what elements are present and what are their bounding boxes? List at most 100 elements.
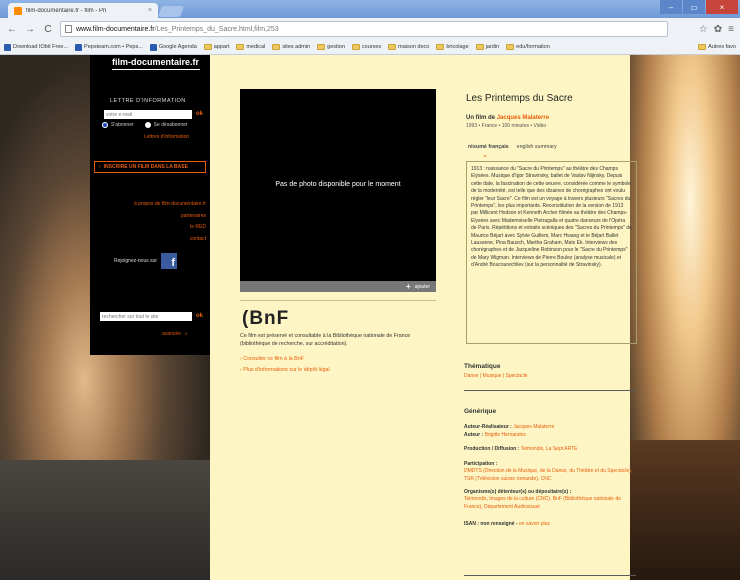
bookmark-label: Download IObit Free...: [13, 44, 69, 50]
bookmark-label: jardin: [485, 44, 500, 50]
tab-title: film-documentaire.fr - film - Pri: [26, 7, 107, 14]
address-bar[interactable]: www.film-documentaire.fr/Les_Printemps_d…: [60, 21, 668, 37]
folder-icon: [698, 44, 707, 50]
site-favicon-icon: [14, 6, 22, 15]
credit-link[interactable]: Brigitte Hernandez: [485, 432, 526, 438]
legal-deposit-link[interactable]: › Plus d'informations sur le dépôt légal: [240, 367, 330, 373]
director-prefix: Un film de: [466, 115, 496, 121]
credit-link[interactable]: DMDTS (Direction de la Musique, de la Da…: [464, 468, 632, 481]
bookmark-item[interactable]: Pepsteam.com • Peps...: [75, 43, 143, 51]
reload-icon[interactable]: C: [42, 24, 54, 35]
credit-label: Production / Diffusion :: [464, 446, 520, 452]
film-title: Les Printemps du Sacre: [466, 93, 573, 104]
bookmark-label: Pepsteam.com • Peps...: [84, 44, 143, 50]
tab-english-summary[interactable]: english summary: [517, 144, 557, 150]
credit-link[interactable]: Jacques Malaterre: [513, 424, 554, 430]
tab-close-icon[interactable]: ×: [148, 7, 152, 14]
bookmark-item[interactable]: edu/formation: [506, 44, 550, 50]
add-film-button[interactable]: › INSCRIRE UN FILM DANS LA BASE: [94, 161, 206, 173]
forward-icon[interactable]: →: [24, 24, 36, 35]
browser-toolbar: ← → C www.film-documentaire.fr/Les_Print…: [0, 18, 740, 40]
bookmark-item[interactable]: maison deco: [388, 44, 429, 50]
bookmark-item[interactable]: Autres favo: [698, 44, 736, 50]
bookmark-item[interactable]: gestion: [317, 44, 345, 50]
bookmark-icon: [75, 43, 83, 51]
add-photo-bar[interactable]: + ajouter: [240, 281, 436, 292]
url-path: /Les_Printemps_du_Sacre.html,film,253: [154, 25, 279, 33]
add-photo-label: ajouter: [414, 283, 430, 290]
maximize-icon[interactable]: ▭: [683, 0, 705, 14]
red-link[interactable]: le RED: [190, 224, 206, 230]
facebook-text: Rejoignez-nous sur: [114, 258, 158, 264]
new-tab-button[interactable]: [157, 6, 185, 17]
title-bar: film-documentaire.fr - film - Pri × – ▭ …: [0, 0, 740, 18]
credit-label: Organisme(s) détenteur(s) ou dépositaire…: [464, 489, 572, 495]
bookmark-item[interactable]: Google Agenda: [149, 43, 197, 51]
thematique-items[interactable]: Danse | Musique | Spectacle: [464, 373, 527, 379]
credit-author: Auteur : Brigitte Hernandez: [464, 432, 636, 439]
bnf-consult-link[interactable]: › Consulter ce film à la BnF: [240, 356, 304, 362]
about-link[interactable]: à propos de film-documentaire.fr: [134, 201, 206, 207]
folder-icon: [436, 44, 445, 50]
toolbar-icons: ☆ ✿ ≡: [674, 24, 734, 35]
generique-title: Générique: [464, 408, 497, 415]
credit-link[interactable]: Telmondis, Images de la culture (CNC), B…: [464, 496, 621, 509]
film-meta: 1993 • France • 100 minutes • Vidéo: [466, 123, 547, 129]
bookmark-label: maison deco: [398, 44, 430, 50]
thematique-title: Thématique: [464, 363, 501, 370]
newsletter-info-link[interactable]: Lettres d'information: [144, 134, 189, 140]
background-ground-left: [0, 460, 210, 580]
credit-link[interactable]: Telmondis, La Sept ARTE: [521, 446, 578, 452]
credit-label: Auteur :: [464, 432, 484, 438]
contact-link[interactable]: contact: [190, 236, 206, 242]
bookmark-icon: [4, 43, 11, 51]
bookmark-item[interactable]: appart: [203, 44, 230, 50]
bookmark-label: medical: [246, 44, 266, 50]
bookmark-item[interactable]: medical: [236, 44, 265, 50]
isan-more-link[interactable]: en savoir plus: [519, 521, 550, 527]
advanced-search-link[interactable]: avancée ⌕: [162, 331, 188, 337]
background-ground-right: [630, 440, 740, 580]
window-close-icon[interactable]: ×: [706, 0, 738, 14]
bookmarks-bar: Download IObit Free... Pepsteam.com • Pep…: [0, 40, 740, 55]
bookmark-item[interactable]: courses: [351, 44, 381, 50]
bookmark-label: appart: [213, 44, 230, 50]
minimize-icon[interactable]: –: [660, 0, 682, 14]
credit-label: Participation :: [464, 461, 498, 467]
bnf-description: Ce film est préservé et consultable à la…: [240, 333, 411, 347]
settings-icon[interactable]: ≡: [728, 24, 734, 35]
unsubscribe-radio[interactable]: [144, 122, 151, 128]
site-logo[interactable]: film-documentaire.fr: [112, 57, 199, 67]
partners-link[interactable]: partenaires: [181, 213, 206, 219]
subscribe-radio[interactable]: [102, 122, 108, 128]
page-viewport: film-documentaire.fr LETTRE D'INFORMATIO…: [0, 55, 740, 580]
director-link[interactable]: Jacques Malaterre: [497, 115, 549, 121]
folder-icon: [506, 44, 515, 50]
star-icon[interactable]: ☆: [699, 24, 708, 35]
search-ok-button[interactable]: ok: [196, 313, 203, 319]
credit-isan: ISAN : non renseigné - en savoir plus: [464, 521, 636, 528]
tab-french-summary[interactable]: résumé français: [468, 144, 509, 150]
bookmark-icon: [149, 43, 157, 51]
logo-underline: [112, 69, 200, 70]
site-search-input[interactable]: [100, 312, 192, 321]
newsletter-options: S'abonner Se désabonner: [102, 122, 188, 128]
bookmark-item[interactable]: sites admin: [272, 44, 310, 50]
browser-tab[interactable]: film-documentaire.fr - film - Pri ×: [8, 3, 158, 18]
back-icon[interactable]: ←: [6, 24, 18, 35]
folder-icon: [317, 44, 326, 50]
photo-placeholder: Pas de photo disponible pour le moment: [240, 89, 436, 281]
divider: [464, 390, 636, 391]
facebook-icon[interactable]: f: [161, 253, 178, 269]
thematique-links[interactable]: Danse | Musique | Spectacle: [464, 373, 636, 380]
url-host: www.film-documentaire.fr: [76, 25, 155, 33]
facebook-row[interactable]: Rejoignez-nous sur f: [114, 253, 178, 269]
bookmark-item[interactable]: jardin: [475, 44, 500, 50]
newsletter-ok-button[interactable]: ok: [196, 111, 203, 117]
bookmark-item[interactable]: bricolage: [436, 44, 469, 50]
bookmark-item[interactable]: Download IObit Free...: [4, 43, 69, 51]
extension-icon[interactable]: ✿: [714, 24, 722, 35]
credit-organisations: Organisme(s) détenteur(s) ou dépositaire…: [464, 489, 636, 511]
newsletter-email-input[interactable]: [104, 110, 192, 119]
subscribe-label: S'abonner: [111, 122, 134, 128]
